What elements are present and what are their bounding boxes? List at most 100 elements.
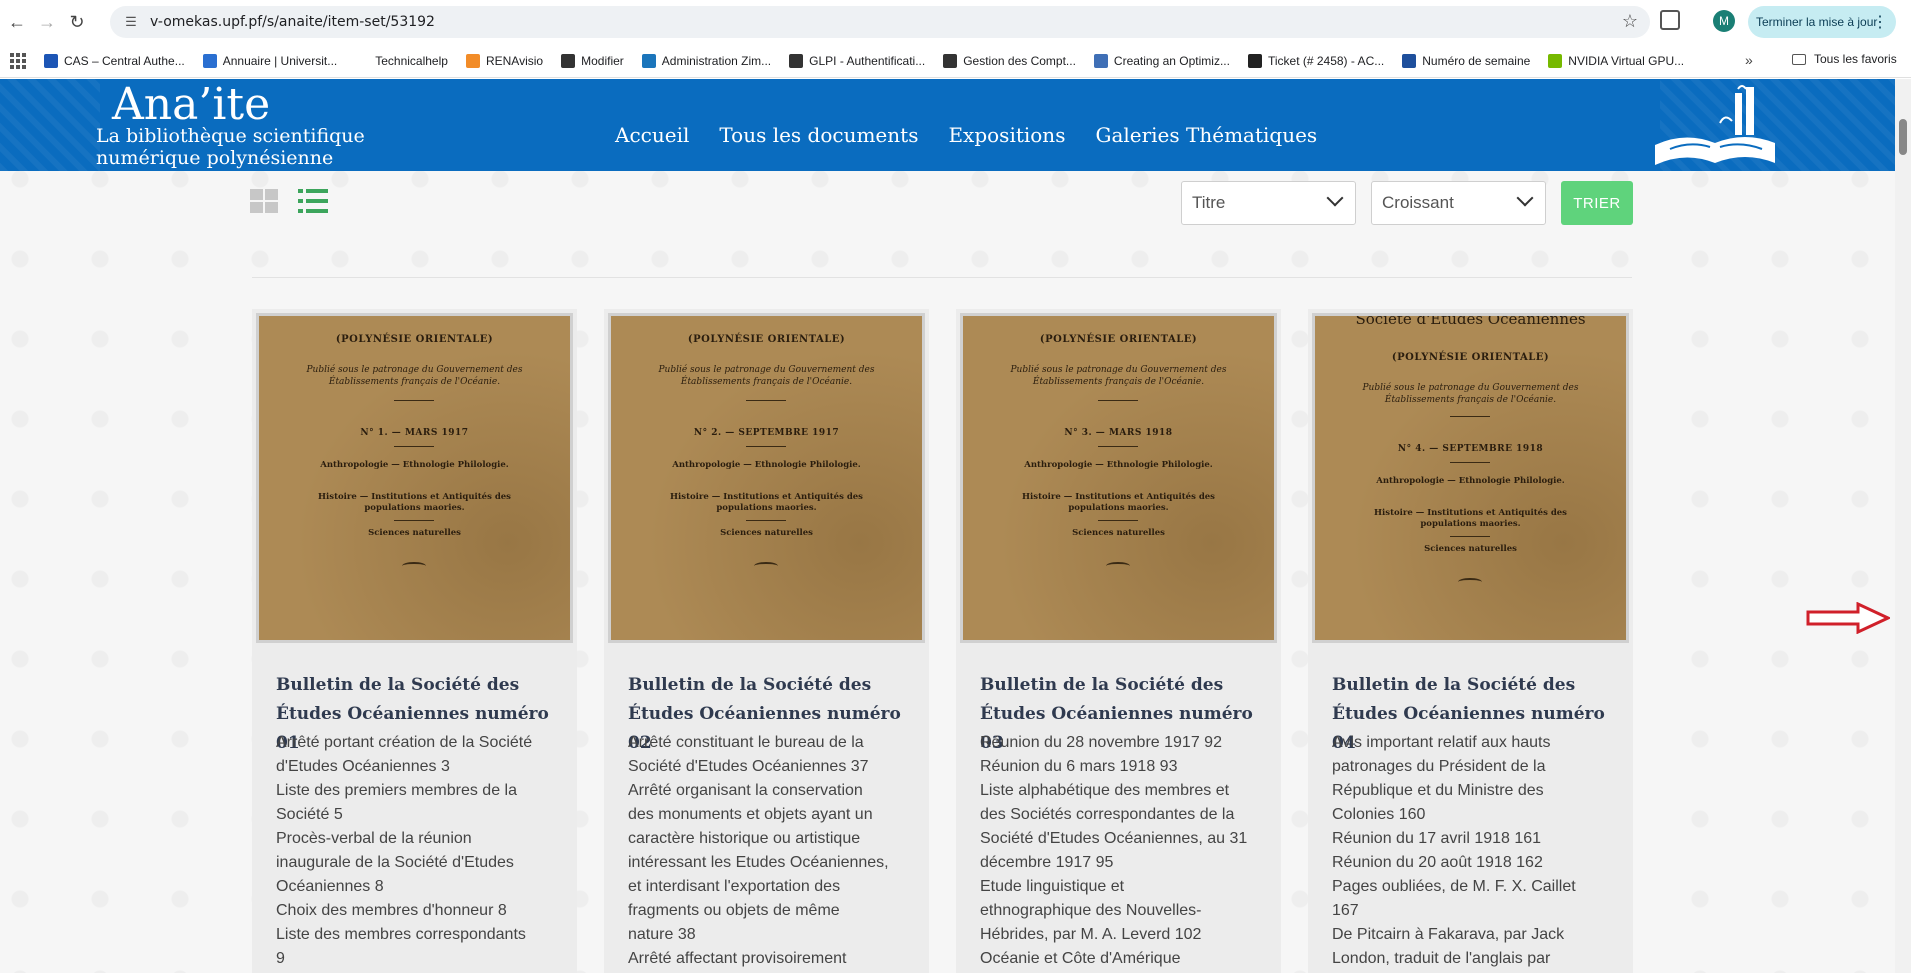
description-line: Choix des membres d'honneur 8 [276,902,507,919]
description-line: Arrêté portant création de la Société [276,734,533,751]
all-bookmarks[interactable]: Tous les favoris [1792,52,1897,66]
bookmark-label: RENAvisio [485,53,544,68]
description-line: caractère historique ou artistique [628,830,861,847]
description-line: et interdisant l'exportation des [628,878,841,895]
description-line: inaugurale de la Société d'Etudes [276,854,514,871]
nav-expositions[interactable]: Expositions [948,123,1065,147]
description-line: Pages oubliées, de M. F. X. Caillet [1332,878,1576,895]
cover-science: Sciences naturelles [720,528,813,538]
page-scrollbar[interactable] [1895,79,1911,973]
description-line: Réunion du 6 mars 1918 93 [980,758,1178,775]
bookmark-label: Technicalhelp [375,53,448,68]
favicon-icon [561,53,576,68]
item-title-line[interactable]: Bulletin de la Société des [628,671,913,700]
cover-publisher: Publié sous le patronage du Gouvernement… [306,365,523,387]
description-line: Arrêté constituant le bureau de la [628,734,864,751]
cover-rule [1098,446,1138,447]
update-button[interactable]: Terminer la mise à jour ⋮ [1748,6,1896,38]
apps-grid-icon[interactable] [10,52,26,69]
cover-subject: Histoire — Institutions et Antiquités de… [1374,508,1567,529]
favicon-icon [355,53,370,68]
cover-top-text: Société d'Études Océaniennes [1355,313,1586,328]
description-line: Société d'Etudes Océaniennes, au 31 [980,830,1248,847]
forward-icon[interactable]: → [32,7,62,37]
favicon-icon [1247,53,1262,68]
item-thumbnail[interactable]: (POLYNÉSIE ORIENTALE) Publié sous le patr… [256,313,573,643]
cover-number: N° 4. — SEPTEMBRE 1918 [1397,444,1544,454]
web-page: Ana’ite La bibliothèque scientifique num… [0,79,1895,973]
address-bar[interactable]: ☰ v-omekas.upf.pf/s/anaite/item-set/5319… [110,6,1650,38]
description-line: Société 5 [276,806,343,823]
extensions-icon[interactable] [1660,10,1680,30]
bookmark-star-icon[interactable]: ☆ [1622,11,1638,32]
cover-subject: Anthropologie — Ethnologie Philologie. [320,460,509,470]
item-thumbnail[interactable]: (POLYNÉSIE ORIENTALE) Publié sous le patr… [608,313,925,643]
description-line: London, traduit de l'anglais par [1332,950,1551,967]
item-thumbnail[interactable]: Société d'Études Océaniennes (POLYNÉSIE O… [1312,313,1629,643]
cover-publisher: Publié sous le patronage du Gouvernement… [1010,365,1227,387]
grid-view-icon[interactable] [250,189,278,213]
back-icon[interactable]: ← [2,7,32,37]
item-card[interactable]: Société d'Études Océaniennes (POLYNÉSIE O… [1308,309,1633,973]
bookmark-item[interactable]: Gestion des Compt... [943,53,1076,68]
bookmark-item[interactable]: GLPI - Authentificati... [789,53,925,68]
cover-number: N° 2. — SEPTEMBRE 1917 [693,428,840,438]
bookmark-item[interactable]: NVIDIA Virtual GPU... [1548,53,1684,68]
bookmark-item[interactable]: Ticket (# 2458) - AC... [1247,53,1384,68]
item-description: Avis important relatif aux hauts patronag… [1332,731,1617,973]
folder-icon [1792,53,1806,65]
cover-ornament-icon [1106,562,1130,570]
description-line: décembre 1917 95 [980,854,1114,871]
cover-number: N° 3. — MARS 1918 [1064,428,1173,438]
bookmark-item[interactable]: Creating an Optimiz... [1093,53,1230,68]
bookmark-label: CAS – Central Authe... [64,53,185,68]
bookmark-item[interactable]: Numéro de semaine [1402,53,1530,68]
all-bookmarks-label: Tous les favoris [1814,52,1897,66]
url-text[interactable]: v-omekas.upf.pf/s/anaite/item-set/53192 [150,14,435,30]
reload-icon[interactable]: ↻ [62,7,92,37]
bookmark-item[interactable]: Technicalhelp [355,53,448,68]
bookmark-item[interactable]: Administration Zim... [641,53,771,68]
favicon-icon [202,53,217,68]
scrollbar-thumb[interactable] [1899,119,1907,155]
cover-publisher: Publié sous le patronage du Gouvernement… [1362,383,1579,405]
cover-rule [1450,462,1490,463]
list-view-icon[interactable] [298,189,328,213]
item-card[interactable]: (POLYNÉSIE ORIENTALE) Publié sous le patr… [252,309,577,973]
description-line: Réunion du 28 novembre 1917 92 [980,734,1222,751]
sort-field-select[interactable]: Titre [1181,181,1356,225]
sort-button[interactable]: TRIER [1561,181,1633,225]
site-info-icon[interactable]: ☰ [122,13,140,31]
profile-avatar[interactable]: M [1713,10,1735,32]
nav-accueil[interactable]: Accueil [615,123,689,147]
description-line: des Sociétés correspondantes de la [980,806,1235,823]
cover-publisher: Publié sous le patronage du Gouvernement… [658,365,875,387]
item-title-line[interactable]: Bulletin de la Société des [980,671,1265,700]
bookmark-item[interactable]: Annuaire | Universit... [202,53,337,68]
cover-rule [1450,536,1490,537]
sort-field-value: Titre [1192,193,1226,212]
description-line: 9 [276,950,285,967]
bookmark-item[interactable]: Modifier [561,53,624,68]
nav-tous-les-documents[interactable]: Tous les documents [719,123,918,147]
description-line: De Pitcairn à Fakarava, par Jack [1332,926,1565,943]
bookmark-item[interactable]: RENAvisio [465,53,544,68]
sort-order-select[interactable]: Croissant [1371,181,1546,225]
more-bookmarks-icon[interactable]: » [1745,52,1753,68]
item-thumbnail[interactable]: (POLYNÉSIE ORIENTALE) Publié sous le patr… [960,313,1277,643]
item-title-line[interactable]: Bulletin de la Société des [276,671,561,700]
document-cover: (POLYNÉSIE ORIENTALE) Publié sous le patr… [611,316,922,640]
sort-order-value: Croissant [1382,193,1454,212]
bookmark-item[interactable]: CAS – Central Authe... [44,53,185,68]
menu-dots-icon[interactable]: ⋮ [1872,12,1888,32]
favicon-icon [1548,53,1563,68]
description-line: Liste des membres correspondants [276,926,526,943]
site-title[interactable]: Ana’ite [112,81,270,129]
cover-ornament-icon [1458,578,1482,586]
item-card[interactable]: (POLYNÉSIE ORIENTALE) Publié sous le patr… [956,309,1281,973]
bookmark-list: CAS – Central Authe... Annuaire | Univers… [44,53,1702,68]
item-card[interactable]: (POLYNÉSIE ORIENTALE) Publié sous le patr… [604,309,929,973]
item-title-line[interactable]: Bulletin de la Société des [1332,671,1617,700]
description-line: Colonies 160 [1332,806,1426,823]
nav-galeries-thematiques[interactable]: Galeries Thématiques [1095,123,1317,147]
